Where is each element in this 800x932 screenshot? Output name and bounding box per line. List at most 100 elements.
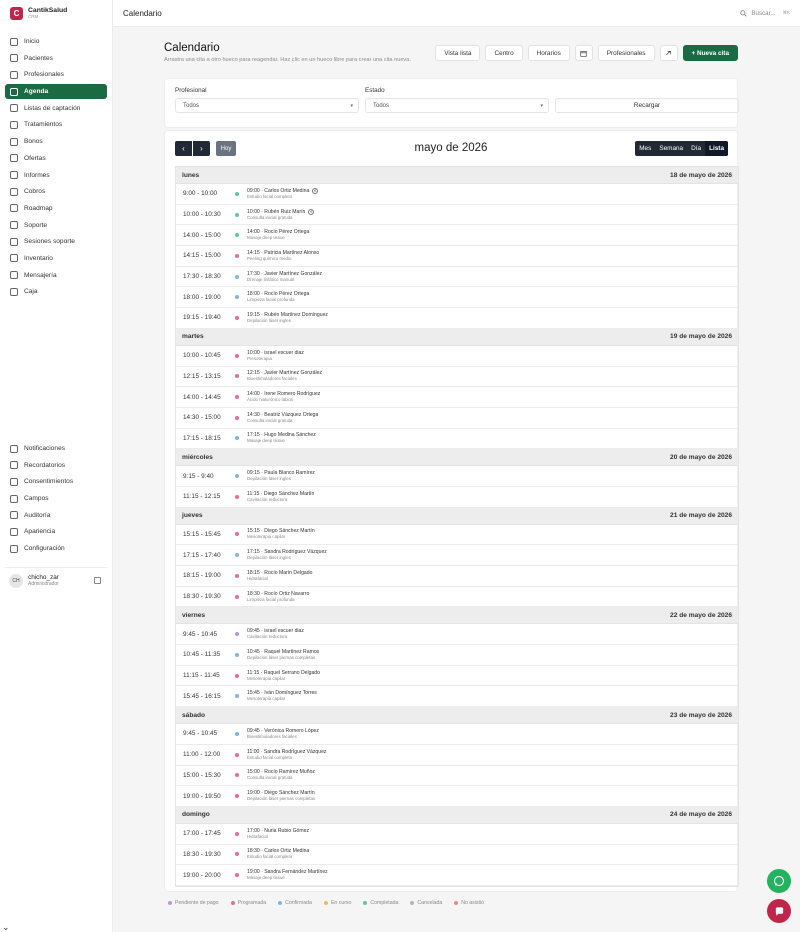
sidebar-item-informes[interactable]: Informes bbox=[5, 168, 107, 183]
event-row[interactable]: 18:15 - 19:00 18:15 · Rocío Marín Delgado… bbox=[176, 566, 738, 587]
event-row[interactable]: 19:15 - 19:40 19:15 · Rubén Martínez Domí… bbox=[176, 308, 738, 329]
professional-label: Profesional bbox=[175, 87, 207, 94]
sidebar-item-consentimientos[interactable]: Consentimientos bbox=[5, 474, 107, 489]
event-row[interactable]: 11:15 - 12:15 11:15 · Diego Sánchez Martí… bbox=[176, 487, 738, 508]
shield-icon bbox=[10, 511, 18, 520]
event-row[interactable]: 14:00 - 14:45 14:00 · Irene Romero Rodríg… bbox=[176, 387, 738, 408]
event-time: 19:00 - 20:00 bbox=[183, 871, 221, 879]
logout-icon[interactable] bbox=[94, 577, 101, 584]
next-button[interactable]: › bbox=[193, 141, 210, 156]
link-button[interactable] bbox=[659, 45, 678, 61]
sidebar-item-inventario[interactable]: Inventario bbox=[5, 251, 107, 266]
search-box[interactable]: Buscar... ⌘K bbox=[740, 10, 790, 17]
calendar-picker-button[interactable] bbox=[574, 45, 593, 61]
event-row[interactable]: 18:00 - 19:00 18:00 · Rocío Pérez Ortega L… bbox=[176, 287, 738, 309]
sidebar-item-pacientes[interactable]: Pacientes bbox=[5, 51, 107, 66]
sidebar-item-configuracion[interactable]: Configuración bbox=[5, 541, 107, 556]
status-dot bbox=[235, 415, 239, 420]
view-3-button[interactable]: Lista bbox=[705, 141, 728, 156]
sidebar-item-label: Notificaciones bbox=[24, 445, 66, 452]
status-select[interactable]: Todos ▾ bbox=[365, 98, 549, 113]
event-time: 14:30 - 15:00 bbox=[183, 414, 221, 422]
chevron-down-icon[interactable]: ⌄ bbox=[2, 922, 10, 932]
sidebar-item-sesiones-soporte[interactable]: Sesiones soporte bbox=[5, 234, 107, 249]
chat-button[interactable] bbox=[767, 899, 791, 923]
event-row[interactable]: 9:45 - 10:45 09:45 · Verónica Romero Lópe… bbox=[176, 724, 738, 745]
event-row[interactable]: 15:15 - 15:45 15:15 · Diego Sánchez Martí… bbox=[176, 525, 738, 546]
event-row[interactable]: 17:15 - 17:40 17:15 · Sandra Rodríguez Vá… bbox=[176, 545, 738, 566]
sidebar-item-profesionales[interactable]: Profesionales bbox=[5, 67, 107, 82]
sidebar-item-recordatorios[interactable]: Recordatorios bbox=[5, 458, 107, 473]
schedules-button[interactable]: Horarios bbox=[527, 45, 570, 61]
user-card[interactable]: CH chicho_zar Administrador bbox=[5, 567, 107, 593]
professionals-button[interactable]: Profesionales bbox=[597, 45, 655, 61]
event-time: 9:45 - 10:45 bbox=[183, 630, 218, 638]
event-text: 17:15 · Sandra Rodríguez Vázquez Depilaci… bbox=[247, 549, 327, 561]
sidebar-item-bonos[interactable]: Bonos bbox=[5, 134, 107, 149]
professional-select[interactable]: Todos ▾ bbox=[175, 98, 359, 113]
sidebar-item-apariencia[interactable]: Apariencia bbox=[5, 524, 107, 539]
event-row[interactable]: 12:15 - 13:15 12:15 · Javier Martínez Gon… bbox=[176, 367, 738, 388]
sidebar-item-tratamientos[interactable]: Tratamientos bbox=[5, 117, 107, 132]
sidebar-item-campos[interactable]: Campos bbox=[5, 491, 107, 506]
event-treatment: Limpieza facial profunda bbox=[247, 596, 295, 602]
event-row[interactable]: 10:00 - 10:30 10:00 · Rubén Ruiz Marín € Co… bbox=[176, 205, 738, 226]
sidebar-item-mensajeria[interactable]: Mensajería bbox=[5, 268, 107, 283]
event-row[interactable]: 9:15 - 9:40 09:15 · Paula Blanco Ramírez D… bbox=[176, 466, 738, 487]
event-row[interactable]: 15:45 - 16:15 15:45 · Iván Domínguez Torr… bbox=[176, 686, 738, 708]
event-title: 17:00 · Nuria Rubio Gómez bbox=[247, 828, 309, 834]
event-row[interactable]: 11:15 - 11:45 11:15 · Raquel Serrano Delg… bbox=[176, 666, 738, 687]
event-time: 18:30 - 19:30 bbox=[183, 593, 221, 601]
sidebar-item-roadmap[interactable]: Roadmap bbox=[5, 201, 107, 216]
event-row[interactable]: 10:00 - 10:45 10:00 · israel escuer diaz P… bbox=[176, 346, 738, 367]
event-row[interactable]: 10:45 - 11:35 10:45 · Raquel Martínez Ram… bbox=[176, 645, 738, 666]
center-button[interactable]: Centro bbox=[485, 45, 523, 61]
sidebar-item-label: Profesionales bbox=[24, 71, 64, 79]
view-2-button[interactable]: Día bbox=[687, 141, 705, 156]
view-1-button[interactable]: Semana bbox=[655, 141, 687, 156]
event-row[interactable]: 18:30 - 19:30 18:30 · Rocío Ortiz Navarro… bbox=[176, 587, 738, 608]
event-row[interactable]: 19:00 - 19:50 19:00 · Diego Sánchez Martí… bbox=[176, 786, 738, 807]
event-row[interactable]: 19:00 - 20:00 19:00 · Sandra Fernández Ma… bbox=[176, 865, 738, 886]
event-row[interactable]: 14:15 - 15:00 14:15 · Patricia Martínez A… bbox=[176, 246, 738, 267]
sidebar-item-ofertas[interactable]: Ofertas bbox=[5, 151, 107, 166]
event-row[interactable]: 14:00 - 15:00 14:00 · Rocío Pérez Ortega M… bbox=[176, 225, 738, 247]
whatsapp-button[interactable] bbox=[767, 869, 791, 893]
ticket-icon bbox=[10, 137, 18, 146]
event-row[interactable]: 11:00 - 12:00 11:00 · Sandra Rodríguez Vá… bbox=[176, 745, 738, 766]
event-treatment: Consulta inicial gratuita bbox=[247, 775, 293, 781]
event-row[interactable]: 9:00 - 10:00 09:00 · Carlos Ortiz Medina €… bbox=[176, 184, 738, 205]
event-time: 11:00 - 12:00 bbox=[183, 751, 221, 759]
sidebar-item-caja[interactable]: Caja bbox=[5, 284, 107, 299]
professional-select-value: Todos bbox=[183, 102, 200, 109]
event-time: 15:45 - 16:15 bbox=[183, 692, 221, 700]
brand[interactable]: C CantikSalud CRM bbox=[0, 0, 112, 26]
event-row[interactable]: 9:45 - 10:45 09:45 · israel escuer diaz Ca… bbox=[176, 624, 738, 646]
event-row[interactable]: 15:00 - 15:30 15:00 · Rocío Ramírez Muñoz… bbox=[176, 766, 738, 787]
sidebar-item-listas-de-captacion[interactable]: Listas de captación bbox=[5, 101, 107, 116]
sidebar-item-soporte[interactable]: Soporte bbox=[5, 218, 107, 233]
event-text: 18:15 · Rocío Marín Delgado Hidrafacial bbox=[247, 570, 312, 582]
event-text: 11:15 · Diego Sánchez Martín Cavitación r… bbox=[247, 491, 314, 503]
status-dot bbox=[235, 295, 239, 300]
event-row[interactable]: 17:30 - 18:30 17:30 · Javier Martínez Gon… bbox=[176, 267, 738, 288]
sidebar-item-auditoria[interactable]: Auditoría bbox=[5, 508, 107, 523]
legend-label: Completada bbox=[370, 900, 399, 906]
view-0-button[interactable]: Mes bbox=[635, 141, 655, 156]
event-row[interactable]: 17:00 - 17:45 17:00 · Nuria Rubio Gómez Hi… bbox=[176, 824, 738, 845]
sidebar-item-cobros[interactable]: Cobros bbox=[5, 184, 107, 199]
event-row[interactable]: 14:30 - 15:00 14:30 · Beatriz Vázquez Ort… bbox=[176, 408, 738, 429]
prev-button[interactable]: ‹ bbox=[175, 141, 192, 156]
list-view-button[interactable]: Vista lista bbox=[435, 45, 481, 61]
event-title-text: 10:00 · israel escuer diaz bbox=[247, 349, 304, 356]
today-button[interactable]: Hoy bbox=[216, 141, 236, 156]
reload-button[interactable]: Recargar bbox=[555, 98, 739, 113]
event-row[interactable]: 18:30 - 19:30 18:30 · Carlos Ortiz Medina… bbox=[176, 845, 738, 866]
calendar-page: Calendario Arrastra una cita a otro huec… bbox=[164, 27, 739, 906]
sidebar-item-inicio[interactable]: Inicio bbox=[5, 34, 107, 49]
sidebar-item-notificaciones[interactable]: Notificaciones bbox=[5, 441, 107, 456]
event-treatment: Hidrafacial bbox=[247, 833, 268, 839]
new-appointment-button[interactable]: + Nueva cita bbox=[682, 45, 738, 61]
sidebar-item-agenda[interactable]: Agenda bbox=[5, 84, 107, 100]
event-row[interactable]: 17:15 - 18:15 17:15 · Hugo Medina Sánchez… bbox=[176, 429, 738, 450]
